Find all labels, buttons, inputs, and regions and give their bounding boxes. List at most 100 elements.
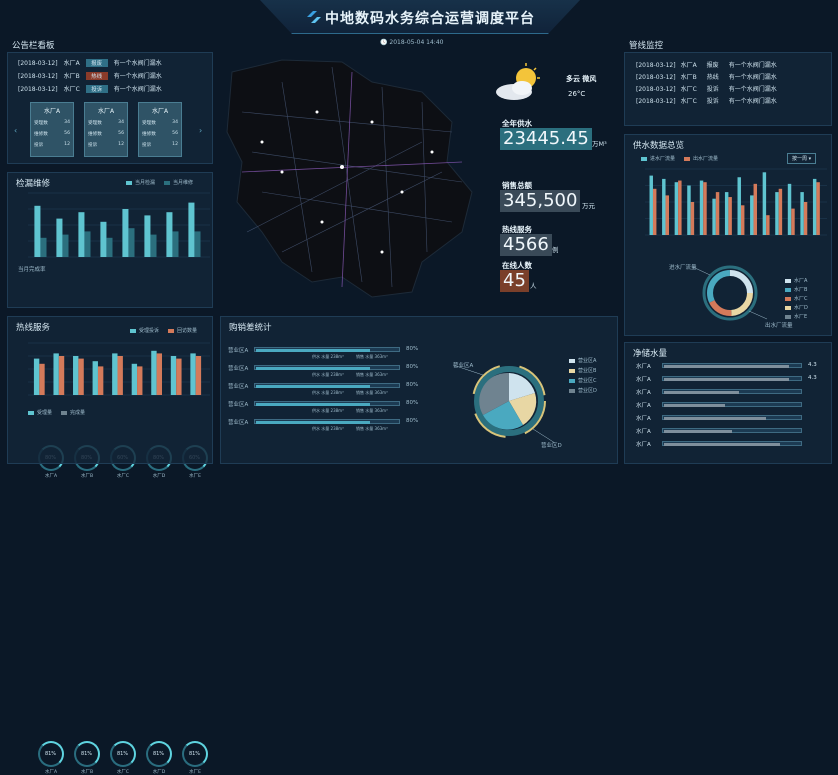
sales-sublabel: 供水 水量 238m³ <box>312 372 344 377</box>
panel-title: 热线服务 <box>16 323 51 333</box>
card-row-label: 受理数 <box>142 121 156 126</box>
page-title: 中地数码水务综合运营调度平台 <box>325 11 535 27</box>
ring-label: 水厂B <box>80 770 94 775</box>
sales-progress <box>254 365 400 370</box>
sales-progress-fill <box>256 349 370 352</box>
bar <box>690 202 695 235</box>
supply-panel: 供水数据总览 进水厂流量 出水厂流量 按一周 ▾ 进水厂流量 出水厂流量 水厂A 水… <box>624 134 832 336</box>
bar <box>106 237 113 257</box>
bar <box>112 353 118 395</box>
purify-progress <box>662 376 802 381</box>
supply-chart <box>645 168 827 236</box>
bar <box>33 358 40 395</box>
sales-progress <box>254 419 400 424</box>
bar <box>649 175 653 235</box>
bar <box>740 205 745 235</box>
bar <box>750 195 754 235</box>
card-row-value: 34 <box>118 120 124 125</box>
legend-label: 水厂B <box>794 287 808 293</box>
maintenance-panel: 检漏维修 当月检漏当月维修 当月完成率 80%水厂A80%水厂B60%水厂C80… <box>7 172 213 479</box>
city-map[interactable] <box>222 52 484 302</box>
legend-swatch <box>785 296 791 301</box>
sales-sublabel: 供水 水量 238m³ <box>312 390 344 395</box>
pipe-tag: 投诉 <box>706 86 719 93</box>
sales-pie-legend: 营业区A 营业区B 营业区C 营业区D <box>569 357 597 397</box>
notice-plant: 水厂B <box>63 73 80 80</box>
card-row-label: 维修数 <box>88 132 102 137</box>
bar <box>151 350 157 395</box>
progress-ring: 81% <box>74 741 100 767</box>
stat-value: 345,500 <box>500 190 581 212</box>
legend-label: 营业区A <box>578 358 597 364</box>
sales-sublabel: 销售 水量 363m³ <box>356 372 388 377</box>
legend-swatch <box>785 305 791 310</box>
pipe-row[interactable]: [2018-03-12] 水厂B 热线 有一个水阀门漏水 <box>636 72 777 81</box>
legend-swatch <box>785 314 791 319</box>
notice-row[interactable]: [2018-03-12] 水厂A 报废 有一个水阀门漏水 <box>18 58 162 67</box>
sales-row-label: 营业区A <box>228 366 249 372</box>
card-row-value: 12 <box>172 142 178 147</box>
bar <box>122 209 129 257</box>
sales-row-pct: 80% <box>406 418 419 424</box>
legend-label: 水厂D <box>794 305 808 311</box>
notice-row[interactable]: [2018-03-12] 水厂B 热线 有一个水阀门漏水 <box>18 71 162 80</box>
sales-sublabel: 供水 水量 238m³ <box>312 354 344 359</box>
ring-label: 水厂E <box>189 770 201 775</box>
bar <box>699 180 704 235</box>
ring-label: 水厂D <box>152 474 166 479</box>
legend-item: 回访数量 <box>177 328 198 334</box>
legend-label: 营业区D <box>578 388 597 394</box>
purify-progress-fill <box>664 443 780 446</box>
legend-item: 营业区D <box>569 387 597 394</box>
purify-row-label: 水厂A <box>636 403 651 409</box>
progress-ring: 81% <box>146 741 172 767</box>
legend-item: 完成量 <box>70 410 86 416</box>
pipe-row[interactable]: [2018-03-12] 水厂C 投诉 有一个水阀门漏水 <box>636 96 777 105</box>
panel-title: 检漏维修 <box>16 179 51 189</box>
pipe-row[interactable]: [2018-03-12] 水厂C 投诉 有一个水阀门漏水 <box>636 84 777 93</box>
sales-sublabel: 销售 水量 363m³ <box>356 354 388 359</box>
sales-progress-fill <box>256 367 370 370</box>
bar <box>78 358 84 395</box>
pipe-plant: 水厂B <box>680 74 697 81</box>
chevron-left-icon[interactable]: ‹ <box>14 126 17 135</box>
bar <box>195 356 202 395</box>
bar <box>762 172 767 235</box>
legend-swatch <box>785 287 791 292</box>
notice-row[interactable]: [2018-03-12] 水厂C 投诉 有一个水阀门漏水 <box>18 84 162 93</box>
card-row: 维修数 56 <box>139 131 181 137</box>
bar <box>156 353 162 395</box>
sales-progress <box>254 347 400 352</box>
ring-label: 水厂A <box>44 474 58 479</box>
purify-row-label: 水厂A <box>636 377 651 383</box>
legend-label: 营业区B <box>578 368 597 374</box>
card-row-value: 56 <box>118 131 124 136</box>
legend-item: 进水厂流量 <box>650 156 676 162</box>
plant-card[interactable]: 水厂A 受理数 34 维修数 56 投诉 12 <box>138 102 182 157</box>
legend-item: 受理投诉 <box>139 328 160 334</box>
plant-card[interactable]: 水厂A 受理数 34 维修数 56 投诉 12 <box>30 102 74 157</box>
legend-item: 受理量 <box>37 410 53 416</box>
sales-row-pct: 80% <box>406 346 419 352</box>
sales-progress <box>254 383 400 388</box>
period-select[interactable]: 按一周 ▾ <box>787 153 817 164</box>
notice-date: [2018-03-12] <box>18 86 58 93</box>
purify-progress <box>662 402 802 407</box>
pipe-plant: 水厂C <box>680 98 697 105</box>
notice-message: 有一个水阀门漏水 <box>113 60 162 67</box>
bar <box>131 363 138 395</box>
bar <box>137 366 143 395</box>
sales-row-label: 营业区A <box>228 402 249 408</box>
bar <box>92 361 98 395</box>
hotline-sub-legend: 受理量 完成量 <box>28 409 85 416</box>
progress-ring: 81% <box>38 741 64 767</box>
pipe-row[interactable]: [2018-03-12] 水厂A 报废 有一个水阀门漏水 <box>636 60 777 69</box>
legend-item: 当月维修 <box>173 180 194 186</box>
plant-card[interactable]: 水厂A 受理数 34 维修数 56 投诉 12 <box>84 102 128 157</box>
callout-label: 进水厂流量 <box>669 265 697 271</box>
sales-progress-fill <box>256 403 370 406</box>
ring-value: 81% <box>80 751 93 757</box>
purify-row-label: 水厂A <box>636 364 651 370</box>
legend-swatch <box>569 368 575 373</box>
chevron-right-icon[interactable]: › <box>199 126 202 135</box>
